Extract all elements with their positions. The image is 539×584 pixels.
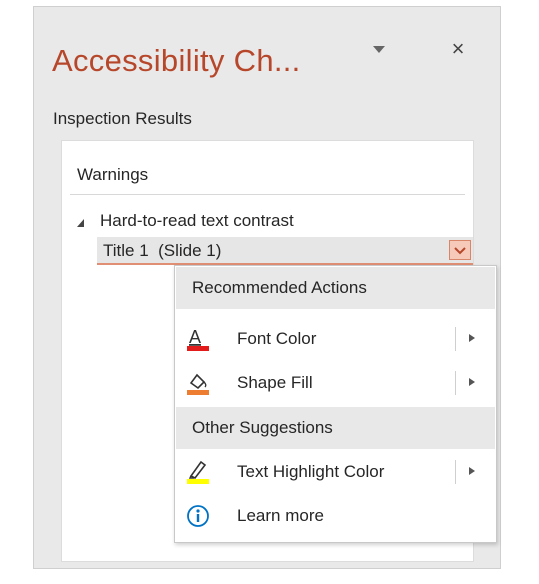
info-icon: [187, 505, 209, 527]
warnings-divider: [70, 194, 465, 195]
pane-title: Accessibility Ch...: [52, 43, 301, 78]
submenu-divider: [455, 460, 456, 484]
font-color-label: Font Color: [237, 329, 317, 348]
submenu-arrow-icon: [469, 334, 475, 342]
text-highlight-menu-item[interactable]: Text Highlight Color: [176, 450, 495, 494]
recommended-actions-header: Recommended Actions: [176, 267, 495, 309]
highlighter-icon: [187, 460, 209, 484]
submenu-arrow-icon: [469, 467, 475, 475]
close-icon: ×: [451, 36, 465, 61]
font-color-icon: A: [187, 327, 209, 351]
inspection-results-label: Inspection Results: [53, 109, 192, 128]
svg-text:A: A: [189, 327, 201, 347]
other-suggestions-label: Other Suggestions: [192, 418, 333, 437]
learn-more-label: Learn more: [237, 506, 324, 525]
expand-triangle-icon[interactable]: [76, 218, 86, 228]
close-button[interactable]: ×: [446, 37, 470, 61]
submenu-arrow-icon: [469, 378, 475, 386]
shape-fill-label: Shape Fill: [237, 373, 313, 392]
dropdown-triangle-icon: [373, 46, 385, 53]
submenu-divider: [455, 371, 456, 395]
shape-fill-menu-item[interactable]: Shape Fill: [176, 361, 495, 405]
recommended-actions-menu: Recommended Actions A Font Color Shape F…: [174, 265, 497, 543]
warning-group-label[interactable]: Hard-to-read text contrast: [100, 211, 294, 231]
warning-item-label: Title 1 (Slide 1): [103, 241, 222, 260]
learn-more-menu-item[interactable]: Learn more: [176, 494, 495, 538]
recommended-actions-label: Recommended Actions: [192, 278, 367, 297]
other-suggestions-header: Other Suggestions: [176, 407, 495, 449]
text-highlight-label: Text Highlight Color: [237, 462, 385, 481]
warnings-header: Warnings: [77, 165, 149, 184]
shape-fill-icon: [187, 373, 209, 395]
submenu-divider: [455, 327, 456, 351]
warning-item-title1[interactable]: Title 1 (Slide 1): [97, 237, 473, 265]
pane-options-button[interactable]: [369, 43, 389, 57]
chevron-down-icon: [454, 247, 466, 255]
item-dropdown-button[interactable]: [449, 240, 471, 260]
font-color-menu-item[interactable]: A Font Color: [176, 317, 495, 361]
